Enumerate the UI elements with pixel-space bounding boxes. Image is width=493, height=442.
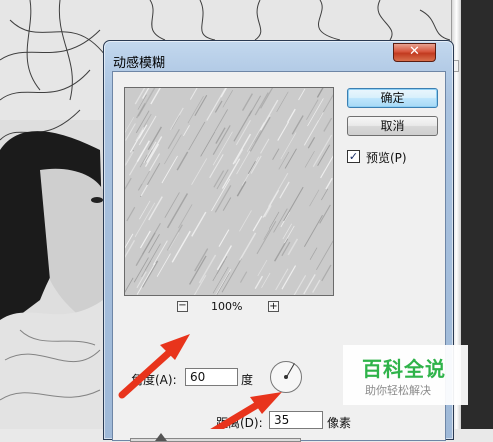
zoom-out-button[interactable]: −: [177, 301, 188, 312]
preview-checkbox[interactable]: ✓: [347, 150, 360, 163]
watermark-title: 百科全说: [362, 357, 446, 381]
angle-dial-center: [284, 375, 288, 379]
close-icon: ✕: [409, 44, 420, 59]
angle-dial[interactable]: [270, 361, 302, 393]
ok-button[interactable]: 确定: [347, 88, 438, 108]
angle-input[interactable]: 60: [185, 368, 238, 386]
zoom-in-button[interactable]: +: [268, 301, 279, 312]
plus-icon: +: [269, 301, 278, 312]
preview-window[interactable]: [124, 87, 334, 296]
dialog-title: 动感模糊: [113, 56, 166, 71]
preview-checkbox-label[interactable]: 预览(P): [366, 149, 407, 166]
watermark-subtitle: 助你轻松解决: [365, 384, 431, 397]
angle-label: 角度(A):: [131, 373, 177, 387]
cancel-button[interactable]: 取消: [347, 116, 438, 136]
distance-unit: 像素: [327, 416, 352, 430]
distance-input[interactable]: 35: [269, 411, 323, 429]
watermark: 百科全说 助你轻松解决: [343, 345, 468, 405]
checkmark-icon: ✓: [348, 150, 359, 163]
angle-unit: 度: [241, 373, 254, 387]
distance-label: 距离(D):: [216, 416, 263, 430]
distance-slider-thumb[interactable]: [154, 433, 167, 441]
close-button[interactable]: ✕: [393, 43, 436, 62]
zoom-level: 100%: [211, 300, 243, 313]
blur-preview-image: [125, 88, 333, 295]
minus-icon: −: [178, 300, 187, 311]
